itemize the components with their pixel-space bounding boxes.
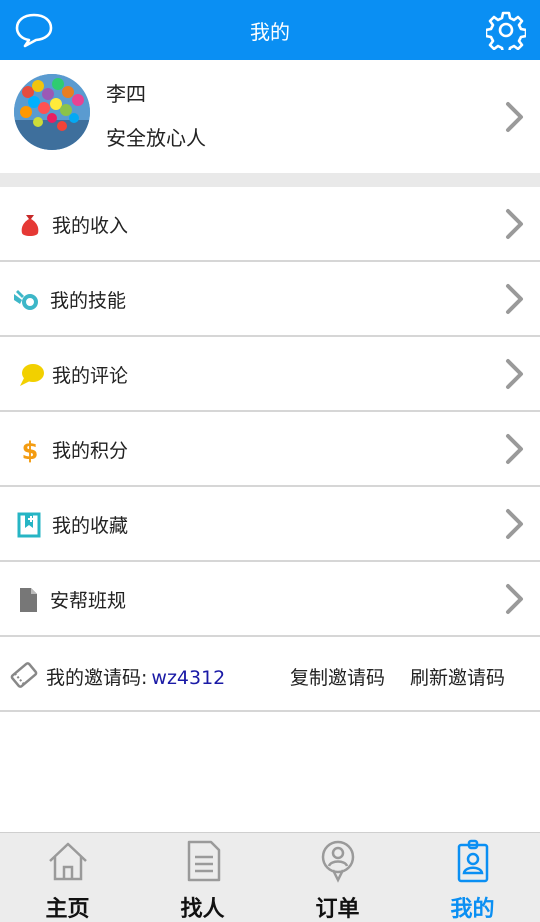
tab-label: 我的 <box>450 897 495 922</box>
svg-text:$: $ <box>22 437 39 464</box>
balloons-avatar-image <box>14 74 90 150</box>
menu-item-rules[interactable]: 安帮班规 <box>0 562 540 637</box>
chat-bubble-icon[interactable] <box>14 11 54 49</box>
tab-orders[interactable]: 订单 <box>270 833 405 922</box>
chevron-right-icon <box>506 434 523 464</box>
dollar-icon: $ <box>22 437 39 464</box>
tab-label: 订单 <box>315 897 360 922</box>
tab-mine[interactable]: 我的 <box>405 833 540 922</box>
invite-code-label: 我的邀请码: wz4312 <box>46 663 225 690</box>
document-icon <box>20 588 37 612</box>
app-root: 我的 李四 安全放心人 我的收入 我的技能 我的评论 $ 我的积分 我的收藏 安… <box>0 0 540 922</box>
chevron-right-icon <box>506 209 523 239</box>
bottom-tab-bar: 主页 找人 订单 我的 <box>0 832 540 922</box>
invite-code-value: wz4312 <box>151 667 226 689</box>
avatar <box>14 74 90 150</box>
menu-item-points[interactable]: $ 我的积分 <box>0 412 540 487</box>
menu-item-label: 我的积分 <box>52 440 129 462</box>
menu-item-comments[interactable]: 我的评论 <box>0 337 540 412</box>
comment-bubble-icon <box>20 364 44 386</box>
home-icon <box>48 842 87 881</box>
skill-tools-icon <box>14 290 38 310</box>
menu-item-income[interactable]: 我的收入 <box>0 187 540 262</box>
page-title: 我的 <box>250 19 290 44</box>
tab-label: 主页 <box>45 897 90 922</box>
chevron-right-icon <box>506 509 523 539</box>
menu-item-skills[interactable]: 我的技能 <box>0 262 540 337</box>
chevron-right-icon <box>506 359 523 389</box>
profile-name: 李四 <box>106 82 146 106</box>
bookmark-icon <box>17 512 41 538</box>
copy-invite-code-button[interactable]: 复制邀请码 <box>290 663 385 690</box>
profile-subtitle: 安全放心人 <box>106 126 206 150</box>
tab-label: 找人 <box>180 897 225 922</box>
menu-item-label: 我的技能 <box>50 290 127 312</box>
tab-find-people[interactable]: 找人 <box>135 833 270 922</box>
document-list-icon <box>187 840 220 882</box>
menu-item-label: 我的收入 <box>52 215 129 237</box>
invite-code-caption: 我的邀请码: <box>46 667 148 689</box>
menu-item-favorites[interactable]: 我的收藏 <box>0 487 540 562</box>
chevron-right-icon <box>506 102 523 132</box>
section-divider <box>0 173 540 187</box>
invite-code-row: 我的邀请码: wz4312 复制邀请码 刷新邀请码 <box>0 637 540 712</box>
menu-item-label: 我的评论 <box>52 365 129 387</box>
gear-icon[interactable] <box>486 10 526 50</box>
pin-user-icon <box>321 840 354 883</box>
menu-item-label: 我的收藏 <box>52 515 129 537</box>
tab-home[interactable]: 主页 <box>0 833 135 922</box>
profile-card[interactable]: 李四 安全放心人 <box>0 60 540 173</box>
chevron-right-icon <box>506 584 523 614</box>
top-bar: 我的 <box>0 0 540 60</box>
id-badge-icon <box>457 839 488 883</box>
refresh-invite-code-button[interactable]: 刷新邀请码 <box>410 663 505 690</box>
menu-item-label: 安帮班规 <box>50 590 127 612</box>
ticket-icon <box>10 662 38 688</box>
menu-list: 我的收入 我的技能 我的评论 $ 我的积分 我的收藏 安帮班规 我的邀请码: w… <box>0 187 540 712</box>
chevron-right-icon <box>506 284 523 314</box>
money-bag-icon <box>21 215 39 236</box>
